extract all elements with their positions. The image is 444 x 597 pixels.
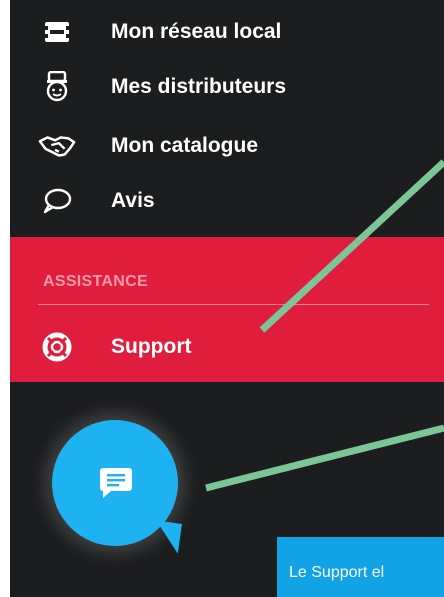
chat-launcher-button[interactable] bbox=[52, 420, 182, 554]
assistance-heading: ASSISTANCE bbox=[43, 273, 148, 290]
bubble-tail bbox=[152, 520, 182, 554]
chat-icon bbox=[99, 466, 133, 505]
screenshot-frame: Mon réseau local Mes distributeurs Mon c… bbox=[0, 0, 444, 597]
assistance-section: ASSISTANCE Support bbox=[10, 237, 444, 382]
distributor-icon bbox=[38, 70, 76, 104]
toast-text: Le Support el bbox=[289, 564, 385, 581]
speech-bubble-icon bbox=[38, 184, 76, 218]
nav-item-label: Mon catalogue bbox=[111, 134, 259, 157]
nav-item-label: Mon réseau local bbox=[111, 20, 282, 43]
nav-item-distributeurs[interactable]: Mes distributeurs bbox=[10, 67, 430, 107]
nav-item-catalogue[interactable]: Mon catalogue bbox=[10, 126, 430, 166]
nav-item-label: Avis bbox=[111, 189, 155, 212]
lifebuoy-icon bbox=[38, 330, 76, 364]
network-icon bbox=[38, 15, 76, 49]
nav-item-avis[interactable]: Avis bbox=[10, 181, 430, 221]
support-toast: Le Support el bbox=[277, 537, 444, 597]
nav-item-reseau-local[interactable]: Mon réseau local bbox=[10, 12, 430, 52]
support-label: Support bbox=[111, 335, 192, 358]
handshake-icon bbox=[38, 129, 76, 163]
divider bbox=[38, 304, 429, 305]
nav-item-support[interactable]: Support bbox=[10, 327, 430, 367]
sidebar: Mon réseau local Mes distributeurs Mon c… bbox=[10, 0, 444, 597]
nav-item-label: Mes distributeurs bbox=[111, 75, 287, 98]
